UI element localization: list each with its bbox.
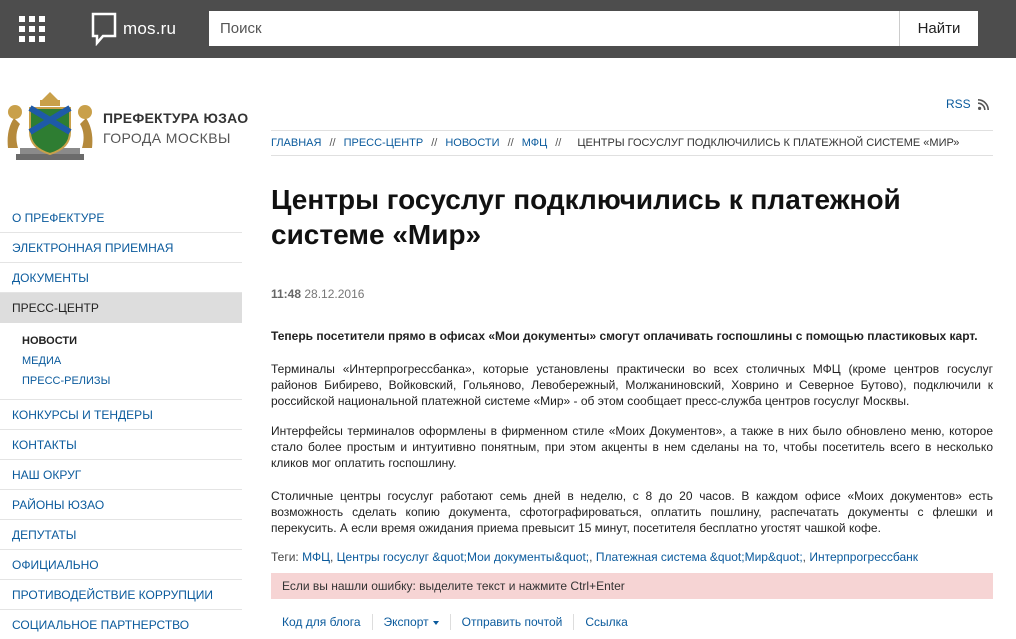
breadcrumb: ГЛАВНАЯ // ПРЕСС-ЦЕНТР // НОВОСТИ // МФЦ // ЦЕНТ… xyxy=(271,130,993,156)
article-paragraph: Столичные центры госуслуг работают семь … xyxy=(271,489,993,535)
breadcrumb-separator: // xyxy=(431,137,438,149)
press-center-subnav: НОВОСТИ МЕДИА ПРЕСС-РЕЛИЗЫ xyxy=(0,323,242,400)
search-button[interactable]: Найти xyxy=(899,11,978,46)
nav-item-contacts[interactable]: КОНТАКТЫ xyxy=(0,430,242,460)
send-mail-link[interactable]: Отправить почтой xyxy=(451,614,575,630)
nav-item-press-center[interactable]: ПРЕСС-ЦЕНТР xyxy=(0,293,242,323)
breadcrumb-current: ЦЕНТРЫ ГОСУСЛУГ ПОДКЛЮЧИЛИСЬ К ПЛАТЕЖНОЙ… xyxy=(577,137,960,149)
article-actions: Код для блога Экспорт Отправить почтой С… xyxy=(271,614,639,630)
nav-item-e-reception[interactable]: ЭЛЕКТРОННАЯ ПРИЕМНАЯ xyxy=(0,233,242,263)
tags-label: Теги: xyxy=(271,550,299,564)
mos-logo[interactable]: mos.ru xyxy=(91,11,176,47)
article-tags: Теги: МФЦ, Центры госуслуг &quot;Мои док… xyxy=(271,550,919,564)
top-bar: mos.ru Найти xyxy=(0,0,1016,58)
article-date: 28.12.2016 xyxy=(304,287,365,301)
subnav-item-news[interactable]: НОВОСТИ xyxy=(22,331,242,351)
nav-item-deputies[interactable]: ДЕПУТАТЫ xyxy=(0,520,242,550)
speech-bubble-icon xyxy=(91,12,117,46)
export-dropdown[interactable]: Экспорт xyxy=(373,614,451,630)
breadcrumb-news[interactable]: НОВОСТИ xyxy=(445,137,499,149)
chevron-down-icon xyxy=(432,620,439,625)
article-title: Центры госуслуг подключились к платежной… xyxy=(271,184,901,250)
article-paragraph: Интерфейсы терминалов оформлены в фирмен… xyxy=(271,424,993,470)
export-label: Экспорт xyxy=(383,615,429,629)
rss-label: RSS xyxy=(946,97,971,111)
tag-link[interactable]: Центры госуслуг &quot;Мои документы&quot… xyxy=(337,550,590,564)
rss-icon xyxy=(977,98,989,110)
breadcrumb-mfc[interactable]: МФЦ xyxy=(522,137,548,149)
brand-subtitle: ГОРОДА МОСКВЫ xyxy=(103,130,231,146)
breadcrumb-separator: // xyxy=(555,137,562,149)
prefecture-emblem-icon[interactable] xyxy=(2,90,98,164)
subnav-item-media[interactable]: МЕДИА xyxy=(22,351,242,371)
rss-link[interactable]: RSS xyxy=(946,97,989,111)
nav-item-anti-corruption[interactable]: ПРОТИВОДЕЙСТВИЕ КОРРУПЦИИ xyxy=(0,580,242,610)
nav-item-districts[interactable]: РАЙОНЫ ЮЗАО xyxy=(0,490,242,520)
breadcrumb-press-center[interactable]: ПРЕСС-ЦЕНТР xyxy=(344,137,424,149)
nav-item-official[interactable]: ОФИЦИАЛЬНО xyxy=(0,550,242,580)
tag-link[interactable]: Платежная система &quot;Мир&quot; xyxy=(596,550,803,564)
logo-text: mos.ru xyxy=(123,19,177,38)
blog-code-link[interactable]: Код для блога xyxy=(271,614,373,630)
sidebar-nav: О ПРЕФЕКТУРЕ ЭЛЕКТРОННАЯ ПРИЕМНАЯ ДОКУМЕ… xyxy=(0,203,242,639)
article-meta: 11:48 28.12.2016 xyxy=(271,287,364,301)
tag-link[interactable]: Интерпрогрессбанк xyxy=(809,550,918,564)
apps-grid-icon[interactable] xyxy=(19,16,45,42)
subnav-item-press-releases[interactable]: ПРЕСС-РЕЛИЗЫ xyxy=(22,371,242,391)
search-input[interactable] xyxy=(209,11,899,46)
breadcrumb-separator: // xyxy=(329,137,336,149)
brand-title[interactable]: ПРЕФЕКТУРА ЮЗАО xyxy=(103,110,248,126)
article-paragraph: Терминалы «Интерпрогрессбанка», которые … xyxy=(271,362,993,408)
article-time: 11:48 xyxy=(271,287,302,301)
nav-item-about[interactable]: О ПРЕФЕКТУРЕ xyxy=(0,203,242,233)
nav-item-our-district[interactable]: НАШ ОКРУГ xyxy=(0,460,242,490)
error-report-notice: Если вы нашли ошибку: выделите текст и н… xyxy=(271,573,993,599)
breadcrumb-home[interactable]: ГЛАВНАЯ xyxy=(271,137,321,149)
article-lead: Теперь посетители прямо в офисах «Мои до… xyxy=(271,329,978,343)
permalink-link[interactable]: Ссылка xyxy=(574,614,638,630)
breadcrumb-separator: // xyxy=(507,137,514,149)
nav-item-tenders[interactable]: КОНКУРСЫ И ТЕНДЕРЫ xyxy=(0,400,242,430)
nav-item-documents[interactable]: ДОКУМЕНТЫ xyxy=(0,263,242,293)
tag-link[interactable]: МФЦ xyxy=(302,550,330,564)
nav-item-social-partnership[interactable]: СОЦИАЛЬНОЕ ПАРТНЕРСТВО xyxy=(0,610,242,639)
